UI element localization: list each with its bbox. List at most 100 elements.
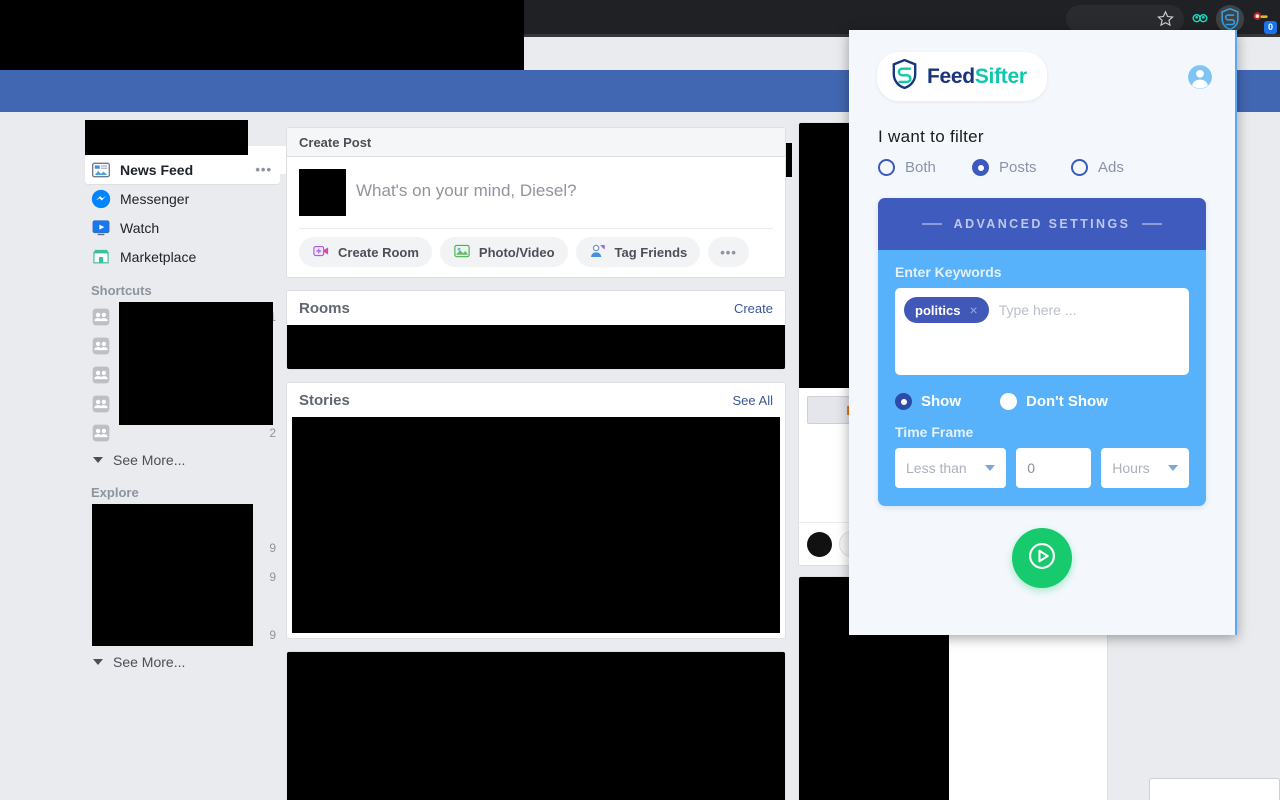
advanced-settings-title: ADVANCED SETTINGS [953, 217, 1131, 231]
group-icon [91, 307, 111, 327]
remove-keyword-icon[interactable]: × [970, 302, 978, 318]
sidebar-heading-explore: Explore [91, 485, 139, 500]
button-label: Create Room [338, 244, 419, 260]
keywords-label: Enter Keywords [895, 264, 1002, 280]
eyes-extension-icon[interactable] [1186, 5, 1214, 33]
redacted-tabs-and-address-bar [0, 0, 524, 70]
screen: 0 Home [0, 0, 1280, 800]
radio-label: Ads [1098, 159, 1124, 176]
sidebar-item-messenger[interactable]: Messenger [85, 184, 280, 213]
amount-input[interactable]: 0 [1016, 448, 1092, 488]
avatar [807, 531, 832, 557]
divider-left [921, 223, 942, 225]
radio-option-dont-show[interactable]: Don't Show [1000, 393, 1108, 410]
video-room-icon [312, 242, 330, 263]
sidebar-item-watch[interactable]: Watch [85, 213, 280, 242]
rooms-title: Rooms [299, 299, 350, 317]
shield-logo-icon [891, 58, 918, 94]
marketplace-icon [91, 247, 111, 267]
stories-see-all-link[interactable]: See All [733, 393, 773, 408]
redacted-stories-content [292, 417, 780, 633]
sidebar-explore-list: 9 9 9 [85, 504, 280, 649]
redacted-shortcut-names [119, 302, 273, 425]
radio-label: Don't Show [1026, 393, 1108, 410]
sidebar: News Feed ••• Messenger Watch Marketplac… [85, 120, 280, 675]
create-post-header: Create Post [287, 128, 785, 157]
redacted-profile-entry[interactable] [85, 120, 248, 155]
stories-header: Stories See All [287, 383, 785, 417]
radio-icon-selected [895, 393, 912, 410]
radio-option-both[interactable]: Both [878, 159, 972, 176]
radio-option-show[interactable]: Show [895, 393, 1000, 410]
sidebar-heading-shortcuts: Shortcuts [91, 283, 152, 298]
explore-count: 9 [269, 569, 276, 584]
group-icon [91, 423, 111, 443]
explore-count: 9 [269, 540, 276, 555]
feed-sifter-extension-icon[interactable] [1216, 4, 1244, 33]
keywords-box[interactable]: politics × [895, 288, 1189, 375]
explore-see-more-button[interactable]: See More... [85, 649, 280, 675]
comparator-select[interactable]: Less than [895, 448, 1007, 488]
sidebar-item-label: Watch [120, 219, 160, 236]
radio-option-posts[interactable]: Posts [972, 159, 1071, 176]
chevron-down-icon [1168, 465, 1178, 471]
sidebar-item-label: News Feed [120, 161, 194, 178]
group-icon [91, 336, 111, 356]
sidebar-item-news-feed[interactable]: News Feed ••• [85, 155, 280, 184]
chat-widget[interactable] [1149, 778, 1280, 800]
chevron-down-icon [93, 659, 103, 665]
brand-logo: FeedSifter [877, 52, 1047, 101]
extension-badge-count: 0 [1264, 20, 1277, 34]
keyword-chip[interactable]: politics × [904, 297, 989, 323]
stories-title: Stories [299, 391, 350, 409]
divider-right [1142, 223, 1163, 225]
bookmark-star-icon[interactable] [1066, 4, 1184, 33]
radio-label: Both [905, 159, 936, 176]
advanced-settings-panel: ADVANCED SETTINGS Enter Keywords politic… [878, 198, 1206, 506]
button-label: Tag Friends [614, 244, 688, 260]
unit-value: Hours [1112, 460, 1150, 476]
create-room-button[interactable]: Create Room [299, 237, 432, 267]
radio-icon [878, 159, 895, 176]
chevron-down-icon [985, 465, 996, 471]
time-frame-label: Time Frame [895, 424, 974, 440]
run-filter-button[interactable] [1012, 528, 1072, 588]
photo-video-button[interactable]: Photo/Video [439, 237, 568, 267]
popup-title: I want to filter [878, 127, 984, 146]
keyword-input[interactable] [992, 297, 1180, 323]
keyword-text: politics [915, 302, 961, 318]
popup-header: FeedSifter [849, 30, 1235, 101]
feed-sifter-popup: FeedSifter I want to filter Both Posts A… [849, 30, 1237, 635]
unit-select[interactable]: Hours [1101, 448, 1189, 488]
redacted-post-content [287, 652, 785, 800]
redacted-explore-names [92, 504, 253, 646]
play-circle-icon [1025, 539, 1059, 578]
sidebar-item-marketplace[interactable]: Marketplace [85, 242, 280, 271]
radio-option-ads[interactable]: Ads [1071, 159, 1124, 176]
chevron-down-icon [93, 457, 103, 463]
photo-icon [453, 242, 471, 263]
composer-row: What's on your mind, Diesel? [287, 157, 785, 228]
radio-icon [1000, 393, 1017, 410]
time-frame-row: Less than 0 Hours [895, 448, 1189, 488]
sidebar-item-label: Messenger [120, 190, 190, 207]
account-circle-icon[interactable] [1187, 64, 1213, 90]
shortcuts-see-more-button[interactable]: See More... [85, 447, 280, 473]
more-options-button[interactable]: ••• [708, 237, 749, 267]
see-more-label: See More... [113, 452, 186, 468]
composer-input[interactable]: What's on your mind, Diesel? [356, 169, 577, 201]
radio-icon-selected [972, 159, 989, 176]
rooms-create-link[interactable]: Create [734, 301, 773, 316]
tag-friends-button[interactable]: Tag Friends [575, 237, 701, 267]
button-label: Photo/Video [478, 244, 555, 260]
puzzle-extension-icon[interactable]: 0 [1246, 5, 1277, 34]
explore-count: 9 [269, 627, 276, 642]
radio-label: Show [921, 393, 961, 410]
filter-target-radio-group: Both Posts Ads [849, 147, 1235, 176]
news-feed-options-icon[interactable]: ••• [255, 162, 272, 177]
stories-card: Stories See All [286, 382, 786, 639]
run-filter-row [849, 528, 1235, 588]
watch-icon [91, 218, 111, 238]
advanced-settings-body: Enter Keywords politics × Show D [878, 250, 1206, 506]
rooms-header: Rooms Create [287, 291, 785, 325]
